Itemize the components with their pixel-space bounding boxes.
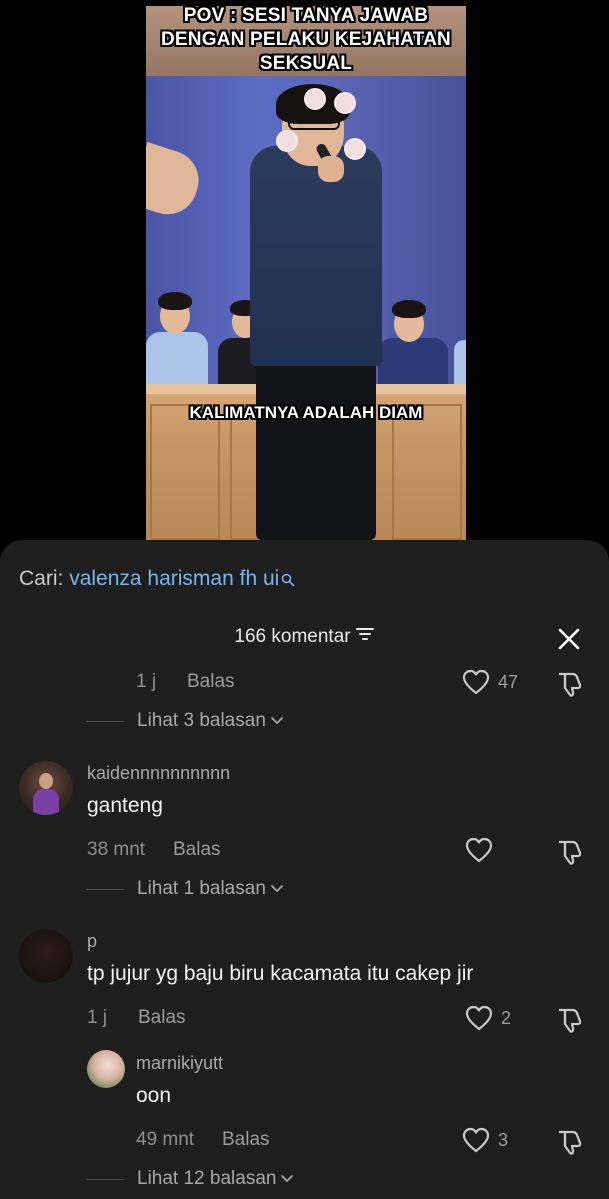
- dislike-icon[interactable]: [555, 1128, 583, 1156]
- divider: [86, 888, 124, 890]
- heart-icon: [465, 837, 493, 863]
- sticker-decoration: [334, 92, 356, 114]
- reply-button[interactable]: Balas: [187, 670, 235, 694]
- view-replies-button[interactable]: Lihat 1 balasan: [86, 877, 284, 901]
- like-button[interactable]: [465, 837, 501, 863]
- like-button[interactable]: 3: [462, 1127, 508, 1153]
- hand: [318, 156, 344, 182]
- like-count: 3: [498, 1129, 509, 1150]
- view-replies-button[interactable]: Lihat 3 balasan: [86, 709, 284, 733]
- view-replies-label: Lihat 1 balasan: [137, 878, 266, 899]
- avatar[interactable]: [19, 929, 73, 983]
- dislike-icon[interactable]: [555, 670, 583, 698]
- divider: [86, 720, 124, 722]
- comment-time: 1 j: [87, 1007, 108, 1028]
- avatar[interactable]: [87, 1050, 125, 1088]
- comments-count-row: 166 komentar: [0, 624, 609, 652]
- search-term[interactable]: valenza harisman fh ui: [69, 567, 279, 590]
- reply-text: oon: [136, 1084, 172, 1107]
- reply-button[interactable]: Balas: [222, 1128, 270, 1152]
- comment-time: 38 mnt: [87, 839, 146, 860]
- sticker-decoration: [276, 130, 298, 152]
- speaker-pants: [256, 346, 376, 540]
- reply-button[interactable]: Balas: [173, 838, 221, 862]
- reply-time: 49 mnt: [136, 1129, 195, 1150]
- comments-count: 166 komentar: [234, 626, 351, 648]
- close-icon[interactable]: [556, 626, 582, 652]
- dislike-icon[interactable]: [555, 1006, 583, 1034]
- sticker-decoration: [304, 88, 326, 110]
- chevron-down-icon: [270, 885, 283, 892]
- comment-username[interactable]: kaidennnnnnnnnn: [87, 762, 230, 784]
- chevron-down-icon: [281, 1175, 294, 1182]
- sticker-decoration: [344, 138, 366, 160]
- like-count: 2: [501, 1007, 512, 1028]
- video-player[interactable]: POV : SESI TANYA JAWAB DENGAN PELAKU KEJ…: [146, 6, 466, 540]
- comment-text: tp jujur yg baju biru kacamata itu cakep…: [87, 962, 474, 985]
- like-button[interactable]: 47: [462, 669, 518, 695]
- heart-icon: [462, 1127, 490, 1153]
- video-caption-mid: KALIMATNYA ADALAH DIAM: [189, 403, 423, 422]
- speaker-shirt: [250, 146, 382, 366]
- video-caption-top: POV : SESI TANYA JAWAB DENGAN PELAKU KEJ…: [161, 6, 451, 74]
- chevron-down-icon: [270, 717, 283, 724]
- search-suggestion[interactable]: Cari: valenza harisman fh ui: [19, 566, 295, 594]
- reply-button[interactable]: Balas: [138, 1006, 186, 1030]
- comment-text: ganteng: [87, 794, 163, 817]
- search-prefix: Cari:: [19, 567, 64, 590]
- view-replies-button[interactable]: Lihat 12 balasan: [86, 1167, 294, 1191]
- divider: [86, 1178, 124, 1180]
- search-icon: [281, 568, 295, 594]
- heart-icon: [465, 1005, 493, 1031]
- view-replies-label: Lihat 3 balasan: [137, 710, 266, 731]
- comment-time: 1 j: [136, 671, 157, 692]
- view-replies-label: Lihat 12 balasan: [137, 1168, 277, 1189]
- comments-sheet: Cari: valenza harisman fh ui 166 komenta…: [0, 540, 609, 1199]
- dislike-icon[interactable]: [555, 838, 583, 866]
- comment-username[interactable]: p: [87, 930, 97, 952]
- like-button[interactable]: 2: [465, 1005, 511, 1031]
- filter-icon[interactable]: [355, 624, 375, 650]
- avatar[interactable]: [19, 761, 73, 815]
- glasses: [288, 116, 340, 130]
- like-count: 47: [498, 671, 519, 692]
- heart-icon: [462, 669, 490, 695]
- reply-username[interactable]: marnikiyutt: [136, 1052, 223, 1074]
